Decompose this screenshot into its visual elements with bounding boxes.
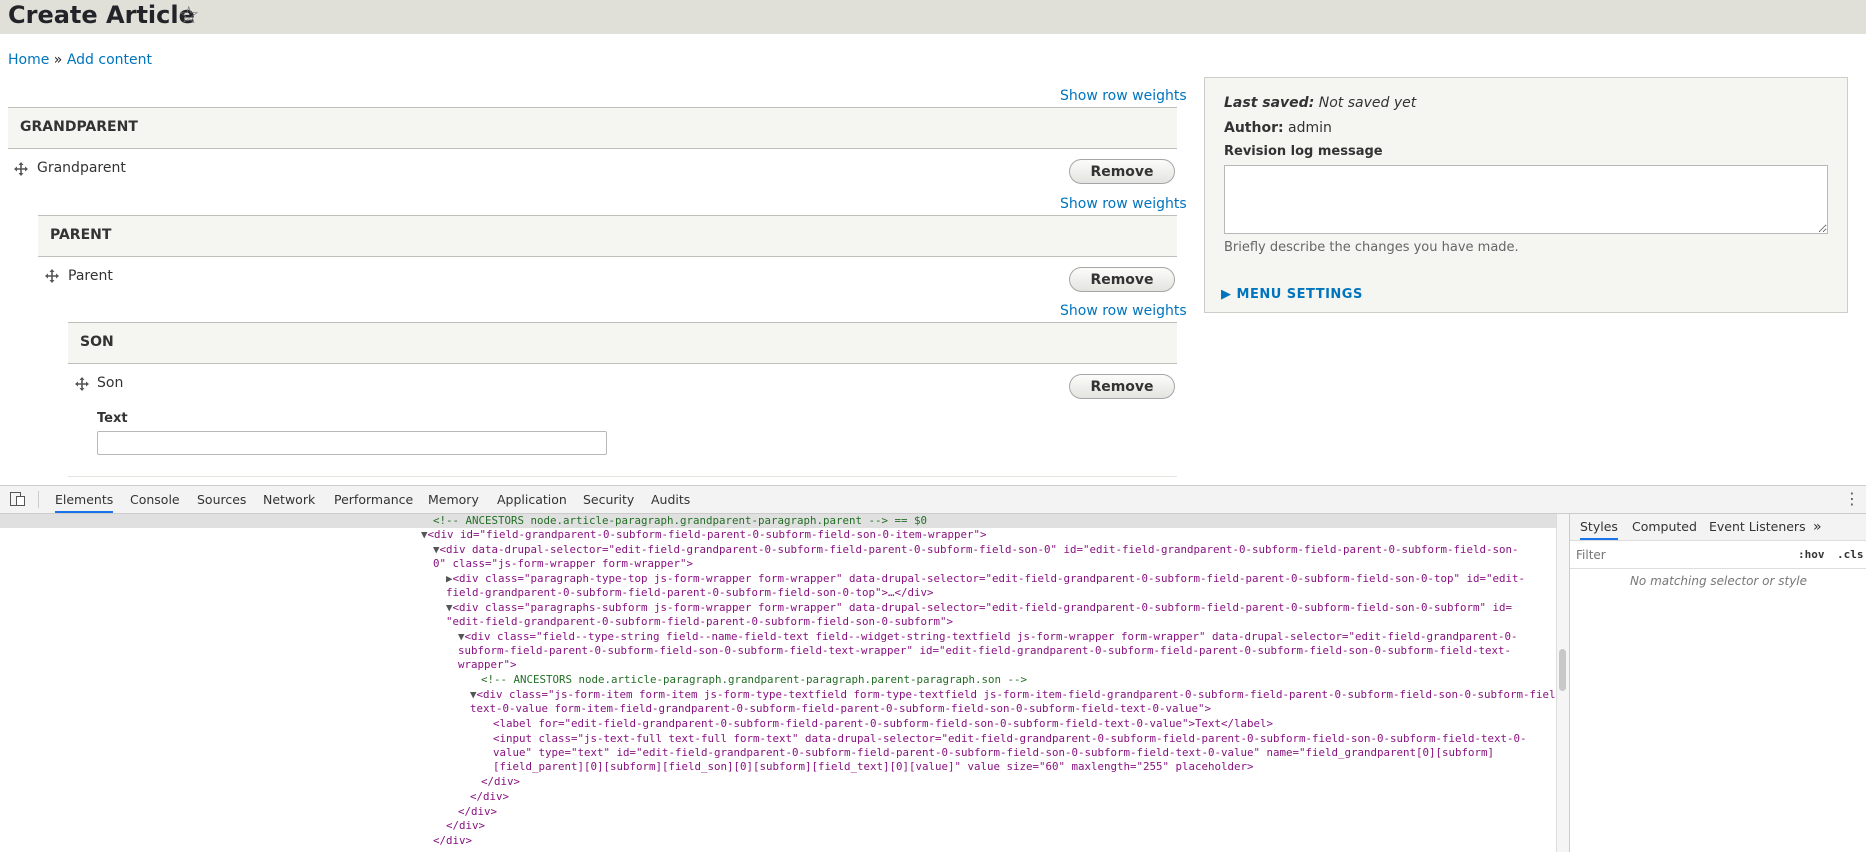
scrollbar-thumb[interactable] <box>1559 649 1566 691</box>
parent-table-header: PARENT <box>38 215 1177 257</box>
dom-node-continuation: subform-field-parent-0-subform-field-son… <box>458 644 1512 657</box>
revision-log-textarea[interactable] <box>1224 165 1828 234</box>
dom-node-continuation: [field_parent][0][subform][field_son][0]… <box>493 760 1254 773</box>
hov-toggle[interactable]: :hov <box>1798 548 1825 561</box>
author-value: admin <box>1288 120 1332 136</box>
revision-log-description: Briefly describe the changes you have ma… <box>1224 240 1519 255</box>
devtools-tabbar: Elements Console Sources Network Perform… <box>0 486 1866 514</box>
menu-settings-label: MENU SETTINGS <box>1236 287 1363 302</box>
grandparent-item-label: Grandparent <box>37 160 126 176</box>
son-table-header: SON <box>68 322 1177 364</box>
dom-node-selected[interactable]: <!-- ANCESTORS node.article-paragraph.gr… <box>0 514 1556 528</box>
remove-parent-button[interactable]: Remove <box>1069 267 1175 292</box>
devtools-tab-memory[interactable]: Memory <box>428 486 479 513</box>
tabbar-separator <box>38 491 39 508</box>
show-row-weights-link[interactable]: Show row weights <box>1060 303 1187 319</box>
drag-handle-icon[interactable] <box>75 377 89 391</box>
dom-node[interactable]: ▼<div class="js-form-item form-item js-f… <box>470 688 1556 702</box>
parent-heading: PARENT <box>50 227 112 243</box>
styles-filter-bar: :hov .cls <box>1570 541 1866 569</box>
devtools-tab-performance[interactable]: Performance <box>334 486 413 513</box>
dom-node-close[interactable]: </div> <box>446 819 485 833</box>
styles-tab-event-listeners[interactable]: Event Listeners <box>1709 514 1806 540</box>
meta-sidebar: Last saved: Not saved yet Author: admin … <box>1204 77 1848 313</box>
dom-node[interactable]: ▼<div data-drupal-selector="edit-field-g… <box>433 543 1519 557</box>
remove-son-button[interactable]: Remove <box>1069 374 1175 399</box>
dom-node[interactable]: ▶<div class="paragraph-type-top js-form-… <box>446 572 1525 586</box>
text-field-label: Text <box>97 411 128 426</box>
breadcrumb: Home » Add content <box>8 52 152 68</box>
son-item-label: Son <box>97 375 124 391</box>
dom-node[interactable]: ▼<div id="field-grandparent-0-subform-fi… <box>421 528 987 542</box>
styles-filter-input[interactable] <box>1574 544 1788 566</box>
devtools-panel: Elements Console Sources Network Perform… <box>0 485 1866 852</box>
breadcrumb-home-link[interactable]: Home <box>8 52 49 68</box>
text-field-input[interactable] <box>97 431 607 455</box>
devtools-tab-application[interactable]: Application <box>497 486 567 513</box>
last-saved-label: Last saved: <box>1224 95 1315 111</box>
author-label: Author: <box>1224 120 1284 136</box>
drag-handle-icon[interactable] <box>45 269 59 283</box>
elements-scrollbar[interactable] <box>1556 514 1569 852</box>
breadcrumb-add-content-link[interactable]: Add content <box>67 52 152 68</box>
grandparent-table-header: GRANDPARENT <box>8 107 1177 149</box>
row-divider <box>68 476 1177 477</box>
devtools-tab-console[interactable]: Console <box>130 486 180 513</box>
more-tabs-icon[interactable]: » <box>1813 514 1822 540</box>
page-header: Create Article ☆ <box>0 0 1866 34</box>
dom-node[interactable]: ▼<div class="paragraphs-subform js-form-… <box>446 601 1512 615</box>
styles-tab-computed[interactable]: Computed <box>1632 514 1697 540</box>
triangle-right-icon: ▶ <box>1221 287 1232 302</box>
dom-node-close[interactable]: </div> <box>433 834 472 848</box>
breadcrumb-separator: » <box>53 52 63 68</box>
styles-tab-styles[interactable]: Styles <box>1580 514 1618 540</box>
styles-tabbar: Styles Computed Event Listeners » <box>1570 514 1866 541</box>
dom-node[interactable]: <label for="edit-field-grandparent-0-sub… <box>493 717 1273 731</box>
grandparent-heading: GRANDPARENT <box>20 119 138 135</box>
no-matching-styles-message: No matching selector or style <box>1629 574 1808 588</box>
son-heading: SON <box>80 334 114 350</box>
dom-node[interactable]: ▼<div class="field--type-string field--n… <box>458 630 1518 644</box>
dom-node-continuation: text-0-value form-item-field-grandparent… <box>470 702 1212 715</box>
page-title: Create Article <box>8 1 195 29</box>
menu-settings-toggle[interactable]: ▶ MENU SETTINGS <box>1221 287 1363 302</box>
dom-node-continuation: "edit-field-grandparent-0-subform-field-… <box>446 615 954 628</box>
author: Author: admin <box>1224 120 1332 136</box>
parent-item-label: Parent <box>68 268 113 284</box>
star-icon[interactable]: ☆ <box>178 1 200 29</box>
styles-pane: Styles Computed Event Listeners » :hov .… <box>1569 514 1866 852</box>
dom-node-continuation: field-grandparent-0-subform-field-parent… <box>446 586 934 599</box>
dom-node-close[interactable]: </div> <box>470 790 509 804</box>
revision-log-label: Revision log message <box>1224 144 1383 159</box>
elements-tree[interactable]: <!-- ANCESTORS node.article-paragraph.gr… <box>0 514 1556 852</box>
last-saved: Last saved: Not saved yet <box>1224 95 1416 111</box>
more-options-icon[interactable]: ⋮ <box>1844 488 1860 510</box>
last-saved-value: Not saved yet <box>1318 95 1417 111</box>
dom-node[interactable]: <input class="js-text-full text-full for… <box>493 732 1527 746</box>
cls-toggle[interactable]: .cls <box>1837 548 1864 561</box>
dom-node-continuation: value" type="text" id="edit-field-grandp… <box>493 746 1495 759</box>
show-row-weights-link[interactable]: Show row weights <box>1060 196 1187 212</box>
devtools-tab-sources[interactable]: Sources <box>197 486 246 513</box>
show-row-weights-link[interactable]: Show row weights <box>1060 88 1187 104</box>
dom-comment[interactable]: <!-- ANCESTORS node.article-paragraph.gr… <box>481 673 1027 687</box>
dom-node-continuation: wrapper"> <box>458 658 517 671</box>
devtools-tab-audits[interactable]: Audits <box>651 486 690 513</box>
devtools-tab-network[interactable]: Network <box>263 486 315 513</box>
dom-node-close[interactable]: </div> <box>481 775 520 789</box>
dom-node-close[interactable]: </div> <box>458 805 497 819</box>
devtools-tab-security[interactable]: Security <box>583 486 634 513</box>
devtools-tab-elements[interactable]: Elements <box>55 486 114 513</box>
remove-grandparent-button[interactable]: Remove <box>1069 159 1175 184</box>
drag-handle-icon[interactable] <box>14 162 28 176</box>
device-toggle-icon[interactable] <box>10 492 26 506</box>
dom-node-continuation: 0" class="js-form-wrapper form-wrapper"> <box>433 557 694 570</box>
